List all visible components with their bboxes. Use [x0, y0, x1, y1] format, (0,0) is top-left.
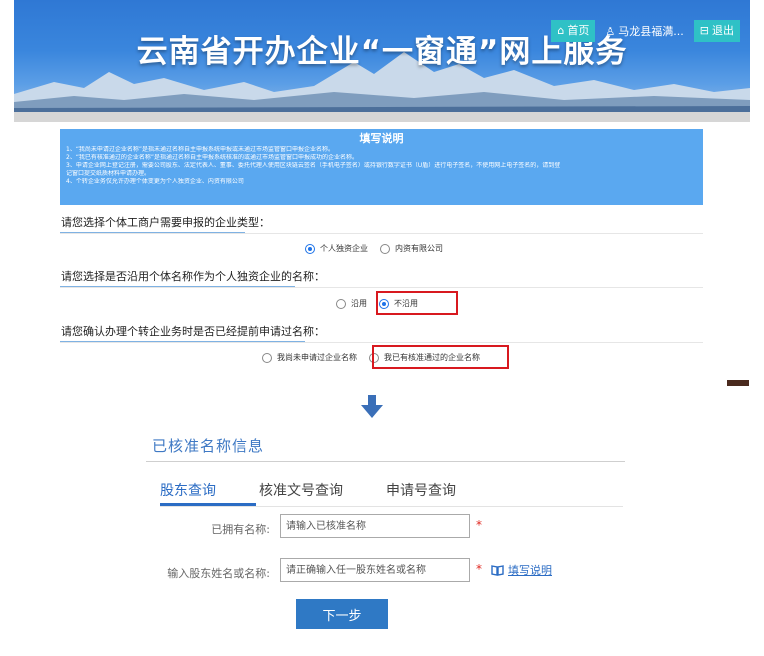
radio-icon	[380, 243, 390, 254]
side-widget[interactable]	[727, 380, 749, 386]
tab-application-number-query[interactable]: 申请号查询	[386, 480, 456, 509]
option-label: 个人独资企业	[320, 244, 368, 253]
user-info[interactable]: ♙ 马龙县福满...	[599, 23, 689, 39]
help-link[interactable]: 填写说明	[491, 562, 552, 578]
instructions-box: 填写说明 1、“我尚未申请过企业名称”是指未通过名称自主申报系统申报或未通过市场…	[60, 129, 703, 205]
tab-divider	[160, 506, 623, 507]
instructions-line: 记窗口提交纸质材料申请办理。	[66, 170, 151, 177]
question-name-applied: 请您确认办理个转企业务时是否已经提前申请过名称：	[61, 325, 325, 338]
next-step-button[interactable]: 下一步	[296, 599, 388, 629]
instructions-line: 1、“我尚未申请过企业名称”是指未通过名称自主申报系统申报或未通过市场监管窗口申…	[66, 146, 335, 153]
instructions-line: 4、个转企业务仅允许办理个体变更为个人独资企业、内资有限公司	[66, 178, 244, 185]
top-nav: ⌂ 首页 ♙ 马龙县福满... ⊟ 退出	[551, 20, 740, 42]
divider	[60, 287, 703, 288]
option-label: 沿用	[351, 299, 367, 308]
header-banner: 云南省开办企业“一窗通”网上服务 ⌂ 首页 ♙ 马龙县福满... ⊟ 退出	[14, 0, 750, 112]
question-enterprise-type: 请您选择个体工商户需要申报的企业类型：	[61, 216, 270, 229]
book-icon	[491, 564, 504, 576]
existing-name-label: 已拥有名称:	[211, 523, 270, 536]
required-mark: *	[476, 518, 482, 532]
required-mark: *	[476, 562, 482, 576]
shareholder-name-label: 输入股东姓名或名称:	[167, 567, 270, 580]
radio-icon	[262, 352, 272, 363]
question-reuse-name: 请您选择是否沿用个体名称作为个人独资企业的名称：	[61, 270, 325, 283]
tab-approval-number-query[interactable]: 核准文号查询	[259, 480, 343, 509]
option-reuse[interactable]: 沿用	[336, 298, 367, 309]
shareholder-name-input[interactable]	[280, 558, 470, 582]
highlight-box	[376, 291, 458, 315]
section-divider	[146, 461, 625, 462]
option-label: 内资有限公司	[395, 244, 443, 253]
logout-label: 退出	[712, 24, 734, 37]
section-title: 已核准名称信息	[152, 437, 265, 455]
arrow-down-icon	[361, 395, 383, 418]
divider	[60, 342, 703, 343]
radio-icon	[336, 298, 346, 309]
home-label: 首页	[567, 24, 590, 37]
header-divider	[14, 112, 750, 122]
logout-button[interactable]: ⊟ 退出	[693, 20, 740, 42]
user-name: 马龙县福满...	[618, 25, 684, 38]
option-sole-proprietorship[interactable]: 个人独资企业	[305, 243, 368, 254]
option-label: 我尚未申请过企业名称	[277, 353, 357, 362]
help-link-label: 填写说明	[508, 564, 552, 577]
enterprise-type-options: 个人独资企业 内资有限公司	[305, 243, 443, 254]
instructions-line: 2、“我已有核准通过的企业名称”是指通过名称自主申报系统核准的或通过市场监管窗口…	[66, 154, 359, 161]
instructions-title: 填写说明	[359, 132, 404, 145]
instructions-line: 3、申请企业网上登记注册，需要公司股东、法定代表人、董事、委托代理人使用区块链云…	[66, 162, 561, 169]
home-button[interactable]: ⌂ 首页	[551, 20, 596, 42]
option-domestic-llc[interactable]: 内资有限公司	[380, 243, 443, 254]
logout-icon: ⊟	[699, 24, 709, 37]
divider	[60, 233, 703, 234]
home-icon: ⌂	[557, 24, 565, 37]
user-icon: ♙	[605, 24, 616, 38]
highlight-box	[372, 345, 509, 369]
radio-selected-icon	[305, 243, 315, 254]
option-not-applied[interactable]: 我尚未申请过企业名称	[262, 352, 357, 363]
existing-name-input[interactable]	[280, 514, 470, 538]
